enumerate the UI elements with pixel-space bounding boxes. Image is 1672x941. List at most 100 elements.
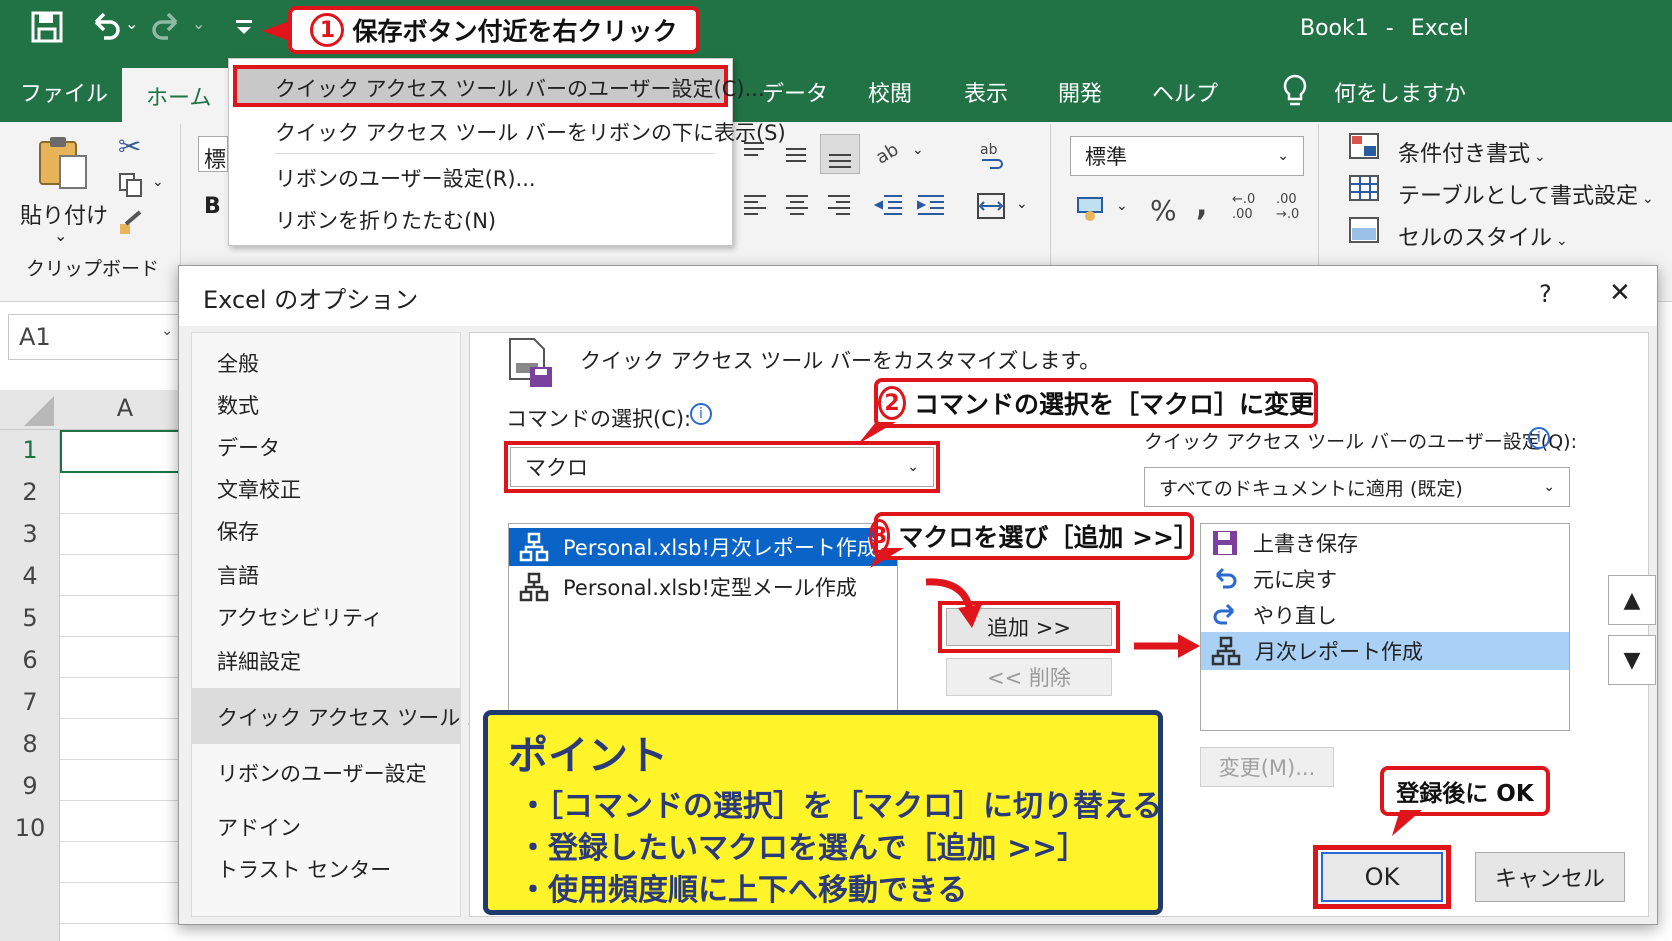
arrow-to-add-icon xyxy=(925,578,982,628)
row-header[interactable]: 5 xyxy=(0,604,60,632)
align-center-icon[interactable] xyxy=(784,192,810,218)
nav-advanced[interactable]: 詳細設定 xyxy=(217,646,301,676)
orientation-icon[interactable]: ab xyxy=(874,138,908,166)
cell-grid[interactable] xyxy=(60,473,190,941)
merge-dropdown-icon[interactable]: ⌄ xyxy=(1016,196,1028,212)
dialog-title: Excel のオプション xyxy=(203,286,419,314)
list-item[interactable]: Personal.xlsb!定型メール作成 xyxy=(509,568,897,606)
currency-icon[interactable] xyxy=(1076,194,1106,222)
table-format-button[interactable]: テーブルとして書式設定 ⌄ xyxy=(1398,178,1654,210)
number-format-select[interactable]: 標準 ⌄ xyxy=(1070,136,1304,176)
tab-data[interactable]: データ xyxy=(762,76,828,108)
nav-formulas[interactable]: 数式 xyxy=(217,390,259,420)
align-left-icon[interactable] xyxy=(742,192,768,218)
cell-style-icon[interactable] xyxy=(1348,216,1382,246)
wrap-text-icon[interactable]: ab xyxy=(976,138,1010,172)
nav-general[interactable]: 全般 xyxy=(217,348,259,378)
percent-button[interactable]: % xyxy=(1150,194,1177,227)
move-up-button[interactable]: ▲ xyxy=(1608,575,1656,625)
help-button[interactable]: ? xyxy=(1539,280,1552,308)
row-header[interactable]: 1 xyxy=(0,436,60,464)
cell-style-button[interactable]: セルのスタイル ⌄ xyxy=(1398,220,1568,252)
select-all-icon[interactable] xyxy=(22,394,56,428)
row-header[interactable]: 2 xyxy=(0,478,60,506)
remove-button[interactable]: << 削除 xyxy=(946,658,1112,696)
info-icon[interactable]: i xyxy=(690,403,712,425)
ok-button[interactable]: OK xyxy=(1321,852,1443,902)
tab-home[interactable]: ホーム xyxy=(122,68,236,124)
nav-proofing[interactable]: 文章校正 xyxy=(217,474,301,504)
list-item[interactable]: 元に戻す xyxy=(1201,560,1569,598)
decrease-indent-icon[interactable] xyxy=(874,192,904,218)
nav-trust-center[interactable]: トラスト センター xyxy=(217,854,391,884)
menu-item-customize-ribbon[interactable]: リボンのユーザー設定(R)... xyxy=(275,163,536,193)
active-cell-a1[interactable] xyxy=(60,430,190,473)
row-header[interactable]: 4 xyxy=(0,562,60,590)
tab-review[interactable]: 校閲 xyxy=(868,76,912,108)
undo-icon[interactable] xyxy=(88,10,122,44)
row-header[interactable]: 9 xyxy=(0,772,60,800)
menu-item-customize-qat[interactable]: クイック アクセス ツール バーのユーザー設定(C)... xyxy=(275,73,765,103)
modify-button[interactable]: 変更(M)... xyxy=(1200,747,1334,787)
increase-decimal-button[interactable]: ←.0 .00 xyxy=(1232,192,1255,222)
tab-developer[interactable]: 開発 xyxy=(1058,76,1102,108)
copy-dropdown-icon[interactable]: ⌄ xyxy=(152,174,164,190)
undo-dropdown-icon[interactable]: ⌄ xyxy=(125,14,138,33)
redo-icon[interactable] xyxy=(150,10,184,44)
clipboard-paste-icon[interactable] xyxy=(34,134,90,190)
row-header[interactable]: 10 xyxy=(0,814,60,842)
table-format-icon[interactable] xyxy=(1348,174,1382,204)
customize-qat-select[interactable]: すべてのドキュメントに適用 (既定) ⌄ xyxy=(1144,467,1570,507)
nav-quick-access-toolbar[interactable]: クイック アクセス ツール バー xyxy=(217,702,509,732)
name-box[interactable]: A1 ⌄ xyxy=(8,314,180,360)
cut-icon[interactable]: ✂ xyxy=(118,130,141,163)
align-middle-icon[interactable] xyxy=(784,144,808,164)
redo-dropdown-icon[interactable]: ⌄ xyxy=(192,14,205,33)
column-header-a[interactable]: A xyxy=(60,394,190,422)
save-icon[interactable] xyxy=(30,10,64,44)
tab-view[interactable]: 表示 xyxy=(964,76,1008,108)
format-painter-icon[interactable] xyxy=(118,210,144,236)
row-header[interactable]: 3 xyxy=(0,520,60,548)
menu-item-collapse-ribbon[interactable]: リボンを折りたたむ(N) xyxy=(275,205,496,235)
align-bottom-button[interactable] xyxy=(820,134,860,174)
move-down-button[interactable]: ▼ xyxy=(1608,635,1656,685)
choose-commands-select[interactable]: マクロ ⌄ xyxy=(510,447,934,487)
copy-icon[interactable] xyxy=(118,172,144,198)
conditional-format-button[interactable]: 条件付き書式 ⌄ xyxy=(1398,136,1546,168)
info-icon[interactable]: i xyxy=(1528,427,1550,449)
decrease-decimal-button[interactable]: .00 →.0 xyxy=(1276,192,1299,222)
customize-qat-icon[interactable] xyxy=(234,14,254,38)
list-item-selected[interactable]: 月次レポート作成 xyxy=(1201,632,1569,670)
qat-list[interactable]: 上書き保存 元に戻す やり直し 月次レポート作成 xyxy=(1200,523,1570,731)
cancel-button[interactable]: キャンセル xyxy=(1475,852,1625,902)
list-item[interactable]: 上書き保存 xyxy=(1201,524,1569,562)
menu-item-show-below-ribbon[interactable]: クイック アクセス ツール バーをリボンの下に表示(S) xyxy=(275,117,786,147)
nav-customize-ribbon[interactable]: リボンのユーザー設定 xyxy=(217,758,427,788)
conditional-format-icon[interactable] xyxy=(1348,132,1382,162)
list-item-selected[interactable]: Personal.xlsb!月次レポート作成 xyxy=(509,528,897,566)
row-header[interactable]: 6 xyxy=(0,646,60,674)
comma-button[interactable]: , xyxy=(1196,188,1207,223)
nav-language[interactable]: 言語 xyxy=(217,560,259,590)
close-button[interactable]: ✕ xyxy=(1609,278,1631,308)
callout-pointer xyxy=(1392,810,1422,836)
callout-pointer xyxy=(262,20,292,42)
currency-dropdown-icon[interactable]: ⌄ xyxy=(1116,198,1128,214)
increase-indent-icon[interactable] xyxy=(916,192,946,218)
nav-accessibility[interactable]: アクセシビリティ xyxy=(217,602,383,632)
nav-save[interactable]: 保存 xyxy=(217,516,259,546)
merge-center-icon[interactable] xyxy=(976,192,1006,220)
row-header[interactable]: 8 xyxy=(0,730,60,758)
nav-data[interactable]: データ xyxy=(217,432,280,462)
orientation-dropdown-icon[interactable]: ⌄ xyxy=(912,142,924,158)
tab-help[interactable]: ヘルプ xyxy=(1152,76,1218,108)
tab-file[interactable]: ファイル xyxy=(20,76,108,108)
align-right-icon[interactable] xyxy=(826,192,852,218)
nav-addins[interactable]: アドイン xyxy=(217,812,301,842)
tell-me-search[interactable]: 何をしますか xyxy=(1334,76,1466,108)
list-item[interactable]: やり直し xyxy=(1201,596,1569,634)
row-header[interactable]: 7 xyxy=(0,688,60,716)
paste-dropdown-icon[interactable]: ⌄ xyxy=(54,226,67,245)
bold-button[interactable]: B xyxy=(204,194,221,219)
